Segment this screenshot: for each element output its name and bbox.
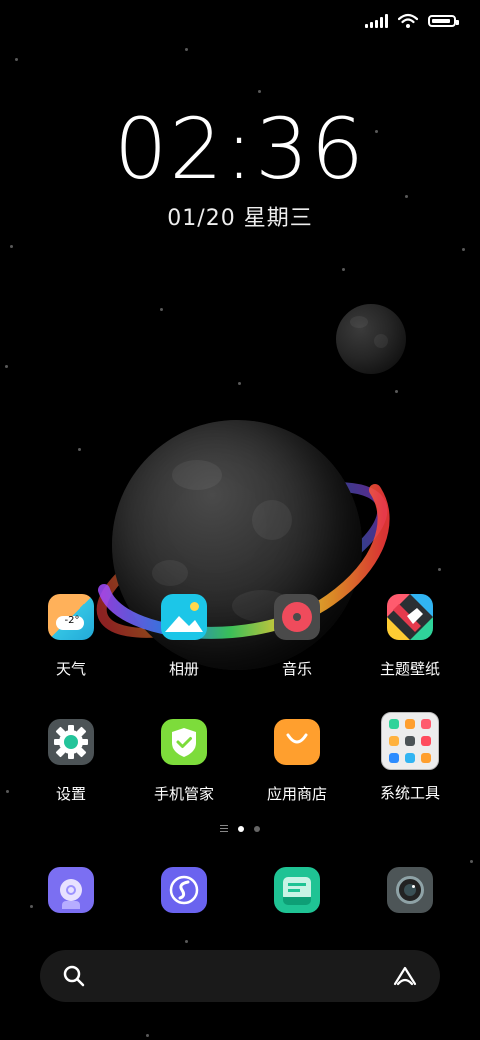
app-label: 系统工具 xyxy=(379,784,440,802)
app-store-icon xyxy=(274,719,320,765)
dock-camera-app[interactable] xyxy=(355,867,465,913)
status-bar xyxy=(365,10,459,32)
settings-icon xyxy=(48,719,94,765)
app-themes[interactable]: 主题壁纸 xyxy=(355,594,465,679)
page-dot xyxy=(254,825,260,832)
clock-minutes: 36 xyxy=(255,100,367,198)
weather-icon: -2° xyxy=(48,594,94,640)
app-label: 手机管家 xyxy=(153,785,214,803)
app-label: 设置 xyxy=(55,785,86,803)
compass-app-icon xyxy=(48,867,94,913)
clock-hours: 02 xyxy=(113,100,225,198)
messages-app-icon xyxy=(274,867,320,913)
app-settings[interactable]: 设置 xyxy=(16,719,126,804)
dock-browser-app[interactable] xyxy=(129,867,239,913)
app-folder-system-tools[interactable]: 系统工具 xyxy=(355,712,465,803)
app-security[interactable]: 手机管家 xyxy=(129,719,239,804)
assistant-icon[interactable] xyxy=(392,964,418,988)
clock[interactable]: 02:36 xyxy=(0,100,480,198)
search-icon xyxy=(63,965,85,987)
gallery-icon xyxy=(161,594,207,640)
battery-level xyxy=(432,19,450,23)
app-label: 相册 xyxy=(168,660,199,678)
menu-lines-icon xyxy=(220,825,228,832)
wifi-icon xyxy=(398,13,418,28)
signal-icon xyxy=(365,14,388,28)
app-label: 音乐 xyxy=(281,660,312,678)
page-dot-current xyxy=(238,825,244,832)
camera-app-icon xyxy=(387,867,433,913)
search-input[interactable] xyxy=(100,958,374,996)
app-app-store[interactable]: 应用商店 xyxy=(242,719,352,804)
app-label: 天气 xyxy=(55,660,86,678)
page-indicator[interactable] xyxy=(0,825,480,832)
folder-icon xyxy=(381,712,439,770)
themes-icon xyxy=(387,594,433,640)
battery-icon xyxy=(428,15,459,27)
browser-app-icon xyxy=(161,867,207,913)
dock-messages-app[interactable] xyxy=(242,867,352,913)
dock-compass-app[interactable] xyxy=(16,867,126,913)
date-label[interactable]: 01/20 星期三 xyxy=(0,200,480,232)
security-icon xyxy=(161,719,207,765)
search-bar[interactable] xyxy=(40,950,440,1002)
app-music[interactable]: 音乐 xyxy=(242,594,352,679)
app-weather[interactable]: -2° 天气 xyxy=(16,594,126,679)
app-gallery[interactable]: 相册 xyxy=(129,594,239,679)
weather-temp: -2° xyxy=(64,615,80,626)
music-icon xyxy=(274,594,320,640)
app-label: 主题壁纸 xyxy=(379,660,440,678)
app-label: 应用商店 xyxy=(266,785,327,803)
